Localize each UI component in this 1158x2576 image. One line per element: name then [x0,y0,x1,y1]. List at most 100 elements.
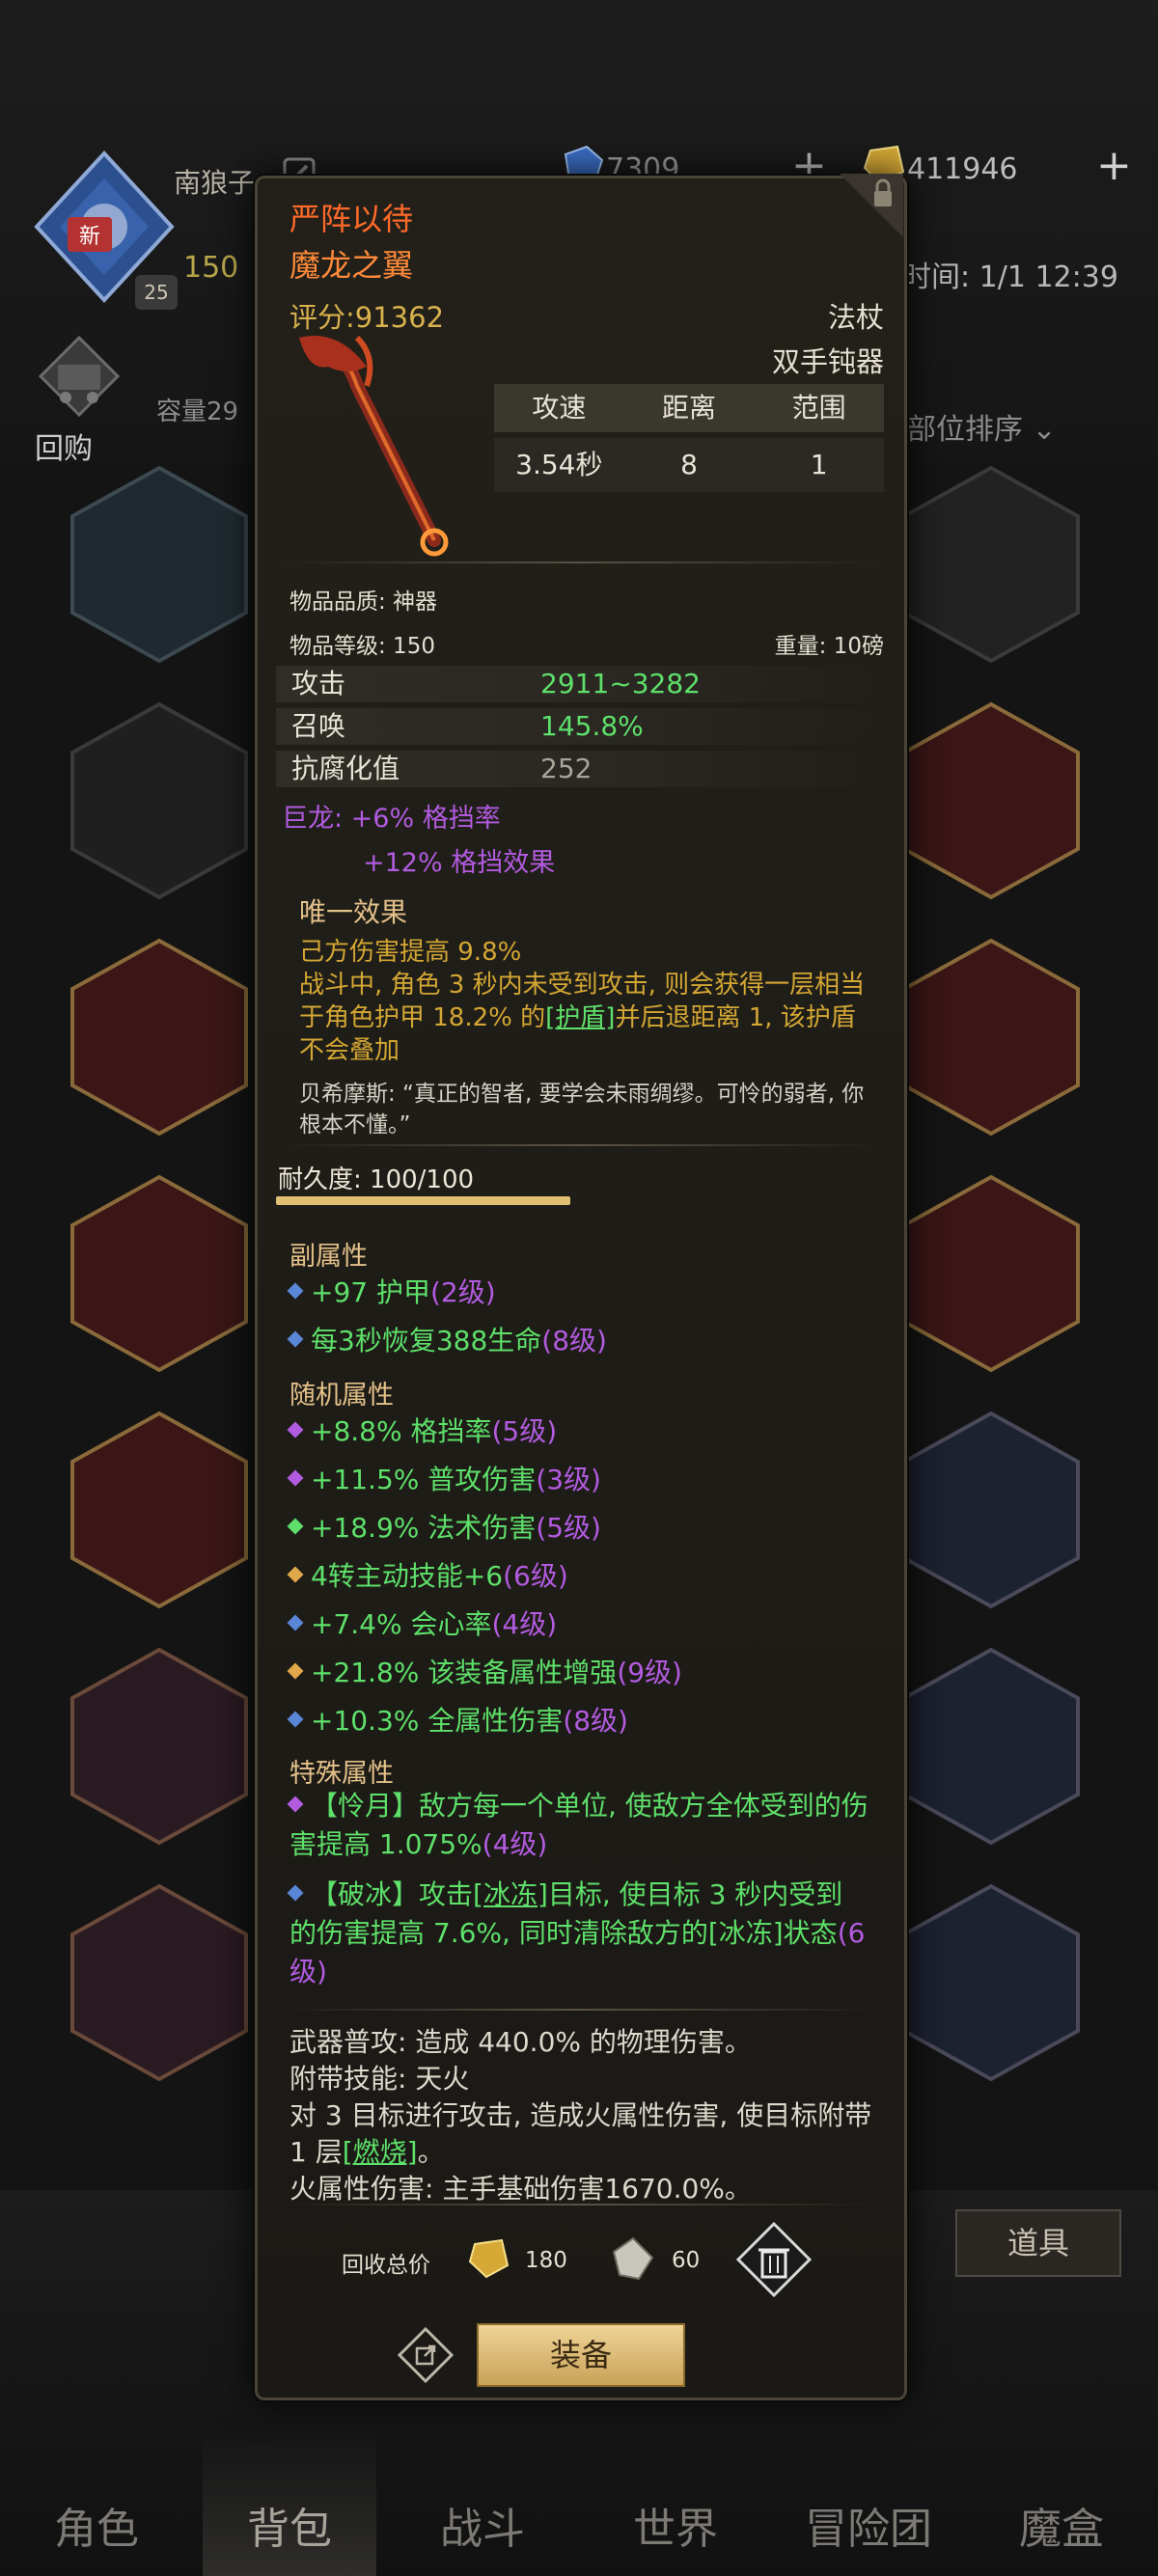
unique-effect-line: 战斗中, 角色 3 秒内未受到攻击, 则会获得一层相当于角色护甲 18.2% 的… [299,969,878,1067]
attr-text: +97 护甲 [311,1276,430,1308]
attr-text: +11.5% 普攻伤害 [311,1464,537,1495]
recycle-gem-value: 60 [672,2248,701,2273]
inventory-slot[interactable] [68,1409,251,1611]
share-icon[interactable] [397,2326,455,2384]
stat-value-speed: 3.54秒 [515,449,603,480]
main-stat-label: 攻击 [291,668,346,699]
durability-label: 耐久度: 100/100 [278,1165,475,1194]
inventory-slot[interactable] [899,936,1083,1138]
diamond-icon [287,1662,304,1680]
main-stat-label: 抗腐化值 [291,753,400,784]
item-subtitle: 魔龙之翼 [290,247,414,284]
dragon-bonus-line: +12% 格挡效果 [363,848,556,878]
main-stat-value: 145.8% [540,710,644,742]
nav-tab-adventure[interactable]: 冒险团 [772,2494,965,2556]
item-lore-quote: 贝希摩斯: “真正的智者, 要学会未雨绸缪。可怜的弱者, 你根本不懂。” [299,1082,865,1137]
inventory-slot[interactable] [899,463,1083,666]
inventory-slot[interactable] [899,1645,1083,1848]
freeze-link[interactable]: [冰冻] [473,1878,548,1910]
unique-effect-body: 己方伤害提高 9.8% 战斗中, 角色 3 秒内未受到攻击, 则会获得一层相当于… [299,936,878,1067]
basic-attack-info: 武器普攻: 造成 440.0% 的物理伤害。 附带技能: 天火 对 3 目标进行… [290,2024,888,2207]
item-weight: 重量: 10磅 [774,634,884,659]
divider [280,1144,878,1146]
attr-level: (2级) [430,1276,496,1308]
dragon-bonus-line: 巨龙: +6% 格挡率 [282,804,501,834]
main-stat-label: 召唤 [291,710,346,742]
gold-icon [467,2236,510,2281]
inventory-slot[interactable] [68,463,251,666]
inventory-slot[interactable] [68,936,251,1138]
stat-header-area: 范围 [791,392,846,424]
nav-tab-world[interactable]: 世界 [579,2494,772,2556]
burn-link[interactable]: [燃烧] [343,2136,418,2168]
random-attr-title: 随机属性 [290,1381,394,1411]
attr-level: (9级) [617,1657,682,1688]
main-stat-attack: 攻击 2911~3282 [276,666,888,702]
inventory-slot[interactable] [899,699,1083,902]
secondary-attr: 每3秒恢复388生命(8级) [287,1320,607,1358]
diamond-icon [287,1330,304,1348]
stat-value-range: 8 [680,449,698,480]
attr-level: (5级) [491,1415,558,1447]
inventory-slot[interactable] [899,1409,1083,1611]
nav-tab-battle[interactable]: 战斗 [386,2494,579,2556]
add-gold-button[interactable]: + [1096,145,1132,187]
equip-button[interactable]: 装备 [477,2323,685,2387]
attr-text: 【怜月】敌方每一个单位, 使敌方全体受到的伤害提高 1.075% [290,1790,868,1860]
inventory-slot[interactable] [68,699,251,902]
item-level: 物品等级: 150 [290,634,435,659]
sort-button[interactable]: 部位排序 ⌄ [907,405,1057,448]
inventory-slot[interactable] [68,1172,251,1375]
attr-text: +18.9% 法术伤害 [311,1512,537,1544]
inventory-slot[interactable] [68,1881,251,2084]
buyback-label[interactable]: 回购 [35,425,93,467]
diamond-icon [287,1884,304,1902]
tools-button[interactable]: 道具 [955,2209,1121,2277]
inventory-slot[interactable] [899,1172,1083,1375]
basic-line: 武器普攻: 造成 440.0% 的物理伤害。 [290,2026,752,2058]
capacity-label: 容量29 [156,397,239,426]
basic-line: 附带技能: 天火 [290,2063,470,2095]
main-stat-summon: 召唤 145.8% [276,708,888,745]
nav-tab-bag[interactable]: 背包 [193,2494,386,2556]
crystal-icon [610,2236,656,2281]
item-class: 法杖 [827,301,884,334]
secondary-attr-title: 副属性 [290,1242,368,1272]
inventory-slot[interactable] [68,1645,251,1848]
main-stat-value: 2911~3282 [540,668,701,699]
random-attr: +8.8% 格挡率(5级) [287,1411,558,1449]
diamond-icon [287,1795,304,1813]
random-attr: +11.5% 普攻伤害(3级) [287,1459,601,1497]
item-quality: 物品品质: 神器 [290,589,438,615]
player-level: 150 [183,251,239,285]
item-subclass: 双手钝器 [771,345,884,378]
special-attr: 【怜月】敌方每一个单位, 使敌方全体受到的伤害提高 1.075%(4级) [287,1787,868,1864]
diamond-icon [287,1518,304,1535]
basic-line: 火属性伤害: 主手基础伤害1670.0%。 [290,2173,752,2205]
cart-icon[interactable] [21,328,137,425]
attr-level: (3级) [536,1464,601,1495]
durability-bar [276,1196,570,1205]
sort-label: 部位排序 [907,413,1023,447]
random-attr: +7.4% 会心率(4级) [287,1603,557,1642]
lock-icon[interactable] [840,174,903,237]
item-name: 严阵以待 [290,201,414,237]
inventory-slot[interactable] [899,1881,1083,2084]
stat-header-speed: 攻速 [532,392,587,424]
attr-text: 4转主动技能+6 [311,1560,504,1592]
divider [280,2204,878,2206]
attr-level: (8级) [563,1705,628,1737]
divider [280,562,878,563]
basic-line: 对 3 目标进行攻击, 造成火属性伤害, 使目标附带 1 层[燃烧]。 [290,2097,888,2171]
staff-weapon-icon [290,328,463,569]
nav-tab-role[interactable]: 角色 [0,2494,193,2556]
trash-icon[interactable] [735,2221,813,2298]
diamond-icon [287,1469,304,1487]
attr-text: +10.3% 全属性伤害 [311,1705,564,1737]
diamond-icon [287,1421,304,1439]
attr-text: +7.4% 会心率 [311,1608,492,1640]
diamond-icon [287,1566,304,1583]
shield-link[interactable]: [护盾] [545,1003,615,1032]
special-attr: 【破冰】攻击[冰冻]目标, 使目标 3 秒内受到的伤害提高 7.6%, 同时清除… [287,1876,868,1991]
nav-tab-magic-box[interactable]: 魔盒 [965,2494,1158,2556]
